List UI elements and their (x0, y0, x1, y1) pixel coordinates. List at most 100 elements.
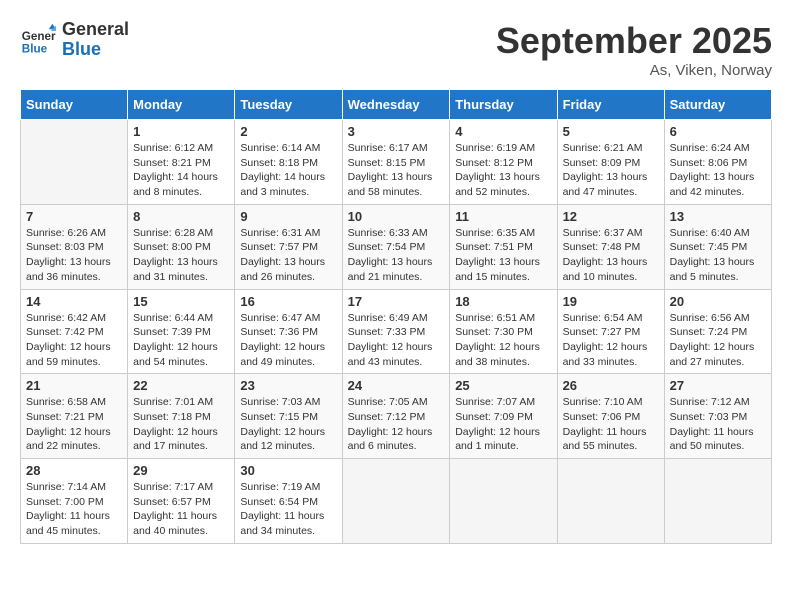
calendar-cell: 2 Sunrise: 6:14 AMSunset: 8:18 PMDaylight… (235, 120, 342, 205)
day-number: 2 (240, 124, 336, 139)
day-header-saturday: Saturday (664, 90, 771, 120)
calendar-cell (342, 459, 450, 544)
day-number: 24 (348, 378, 445, 393)
day-info: Sunrise: 6:35 AMSunset: 7:51 PMDaylight:… (455, 226, 551, 285)
calendar-cell (450, 459, 557, 544)
calendar-cell: 19 Sunrise: 6:54 AMSunset: 7:27 PMDayligh… (557, 289, 664, 374)
day-info: Sunrise: 6:42 AMSunset: 7:42 PMDaylight:… (26, 311, 122, 370)
day-header-wednesday: Wednesday (342, 90, 450, 120)
svg-text:Blue: Blue (22, 42, 48, 55)
day-info: Sunrise: 7:12 AMSunset: 7:03 PMDaylight:… (670, 395, 766, 454)
svg-text:General: General (22, 30, 56, 43)
calendar-cell: 5Sunrise: 6:21 AMSunset: 8:09 PMDaylight… (557, 120, 664, 205)
day-info: Sunrise: 6:33 AMSunset: 7:54 PMDaylight:… (348, 226, 445, 285)
calendar-cell (664, 459, 771, 544)
calendar-cell: 18 Sunrise: 6:51 AMSunset: 7:30 PMDayligh… (450, 289, 557, 374)
calendar-cell: 4Sunrise: 6:19 AMSunset: 8:12 PMDaylight… (450, 120, 557, 205)
calendar-cell (21, 120, 128, 205)
calendar-header-row: SundayMondayTuesdayWednesdayThursdayFrid… (21, 90, 772, 120)
day-info: Sunrise: 6:47 AMSunset: 7:36 PMDaylight:… (240, 311, 336, 370)
calendar-cell: 8 Sunrise: 6:28 AMSunset: 8:00 PMDaylight… (128, 204, 235, 289)
day-number: 26 (563, 378, 659, 393)
calendar-cell: 12 Sunrise: 6:37 AMSunset: 7:48 PMDayligh… (557, 204, 664, 289)
calendar-cell: 27Sunrise: 7:12 AMSunset: 7:03 PMDayligh… (664, 374, 771, 459)
day-info: Sunrise: 7:03 AMSunset: 7:15 PMDaylight:… (240, 395, 336, 454)
calendar-cell: 3 Sunrise: 6:17 AMSunset: 8:15 PMDaylight… (342, 120, 450, 205)
day-info: Sunrise: 6:56 AMSunset: 7:24 PMDaylight:… (670, 311, 766, 370)
day-info: Sunrise: 6:49 AMSunset: 7:33 PMDaylight:… (348, 311, 445, 370)
day-number: 23 (240, 378, 336, 393)
calendar-cell: 29 Sunrise: 7:17 AMSunset: 6:57 PMDayligh… (128, 459, 235, 544)
day-info: Sunrise: 6:14 AMSunset: 8:18 PMDaylight:… (240, 141, 336, 200)
day-info: Sunrise: 6:26 AMSunset: 8:03 PMDaylight:… (26, 226, 122, 285)
calendar-week-2: 7 Sunrise: 6:26 AMSunset: 8:03 PMDaylight… (21, 204, 772, 289)
day-info: Sunrise: 6:44 AMSunset: 7:39 PMDaylight:… (133, 311, 229, 370)
day-info: Sunrise: 7:01 AMSunset: 7:18 PMDaylight:… (133, 395, 229, 454)
day-info: Sunrise: 6:37 AMSunset: 7:48 PMDaylight:… (563, 226, 659, 285)
calendar-week-3: 14 Sunrise: 6:42 AMSunset: 7:42 PMDayligh… (21, 289, 772, 374)
day-header-thursday: Thursday (450, 90, 557, 120)
calendar-cell: 28Sunrise: 7:14 AMSunset: 7:00 PMDayligh… (21, 459, 128, 544)
day-number: 5 (563, 124, 659, 139)
day-info: Sunrise: 6:51 AMSunset: 7:30 PMDaylight:… (455, 311, 551, 370)
day-info: Sunrise: 6:17 AMSunset: 8:15 PMDaylight:… (348, 141, 445, 200)
calendar-cell: 9Sunrise: 6:31 AMSunset: 7:57 PMDaylight… (235, 204, 342, 289)
calendar-cell: 10 Sunrise: 6:33 AMSunset: 7:54 PMDayligh… (342, 204, 450, 289)
day-info: Sunrise: 7:07 AMSunset: 7:09 PMDaylight:… (455, 395, 551, 454)
day-number: 30 (240, 463, 336, 478)
day-number: 22 (133, 378, 229, 393)
day-info: Sunrise: 6:58 AMSunset: 7:21 PMDaylight:… (26, 395, 122, 454)
calendar-cell: 22 Sunrise: 7:01 AMSunset: 7:18 PMDayligh… (128, 374, 235, 459)
day-number: 29 (133, 463, 229, 478)
day-number: 8 (133, 209, 229, 224)
calendar-cell: 13Sunrise: 6:40 AMSunset: 7:45 PMDayligh… (664, 204, 771, 289)
day-number: 15 (133, 294, 229, 309)
day-number: 10 (348, 209, 445, 224)
calendar-cell: 30 Sunrise: 7:19 AMSunset: 6:54 PMDayligh… (235, 459, 342, 544)
day-number: 28 (26, 463, 122, 478)
day-number: 3 (348, 124, 445, 139)
calendar-cell: 23 Sunrise: 7:03 AMSunset: 7:15 PMDayligh… (235, 374, 342, 459)
calendar-cell: 16Sunrise: 6:47 AMSunset: 7:36 PMDayligh… (235, 289, 342, 374)
day-header-tuesday: Tuesday (235, 90, 342, 120)
calendar-cell: 25 Sunrise: 7:07 AMSunset: 7:09 PMDayligh… (450, 374, 557, 459)
calendar-cell: 26 Sunrise: 7:10 AMSunset: 7:06 PMDayligh… (557, 374, 664, 459)
day-header-monday: Monday (128, 90, 235, 120)
calendar-cell: 1Sunrise: 6:12 AMSunset: 8:21 PMDaylight… (128, 120, 235, 205)
day-number: 18 (455, 294, 551, 309)
day-info: Sunrise: 7:17 AMSunset: 6:57 PMDaylight:… (133, 480, 229, 539)
title-block: September 2025 As, Viken, Norway (496, 20, 772, 79)
calendar-cell: 14 Sunrise: 6:42 AMSunset: 7:42 PMDayligh… (21, 289, 128, 374)
page-header: General Blue General Blue September 2025… (20, 20, 772, 79)
day-info: Sunrise: 7:05 AMSunset: 7:12 PMDaylight:… (348, 395, 445, 454)
logo: General Blue General Blue (20, 20, 129, 60)
day-number: 13 (670, 209, 766, 224)
day-number: 6 (670, 124, 766, 139)
logo-icon: General Blue (20, 22, 56, 58)
calendar-week-4: 21Sunrise: 6:58 AMSunset: 7:21 PMDayligh… (21, 374, 772, 459)
day-number: 9 (240, 209, 336, 224)
day-info: Sunrise: 6:19 AMSunset: 8:12 PMDaylight:… (455, 141, 551, 200)
day-number: 19 (563, 294, 659, 309)
day-info: Sunrise: 7:19 AMSunset: 6:54 PMDaylight:… (240, 480, 336, 539)
day-info: Sunrise: 7:10 AMSunset: 7:06 PMDaylight:… (563, 395, 659, 454)
day-info: Sunrise: 6:28 AMSunset: 8:00 PMDaylight:… (133, 226, 229, 285)
calendar-cell: 21Sunrise: 6:58 AMSunset: 7:21 PMDayligh… (21, 374, 128, 459)
day-number: 17 (348, 294, 445, 309)
day-number: 20 (670, 294, 766, 309)
calendar-cell: 20 Sunrise: 6:56 AMSunset: 7:24 PMDayligh… (664, 289, 771, 374)
day-number: 25 (455, 378, 551, 393)
day-number: 14 (26, 294, 122, 309)
day-info: Sunrise: 6:24 AMSunset: 8:06 PMDaylight:… (670, 141, 766, 200)
day-number: 1 (133, 124, 229, 139)
day-info: Sunrise: 6:54 AMSunset: 7:27 PMDaylight:… (563, 311, 659, 370)
calendar-cell: 15 Sunrise: 6:44 AMSunset: 7:39 PMDayligh… (128, 289, 235, 374)
calendar-cell (557, 459, 664, 544)
calendar-week-5: 28Sunrise: 7:14 AMSunset: 7:00 PMDayligh… (21, 459, 772, 544)
calendar-cell: 17 Sunrise: 6:49 AMSunset: 7:33 PMDayligh… (342, 289, 450, 374)
day-header-sunday: Sunday (21, 90, 128, 120)
day-number: 12 (563, 209, 659, 224)
day-number: 7 (26, 209, 122, 224)
day-number: 11 (455, 209, 551, 224)
month-title: September 2025 (496, 20, 772, 62)
